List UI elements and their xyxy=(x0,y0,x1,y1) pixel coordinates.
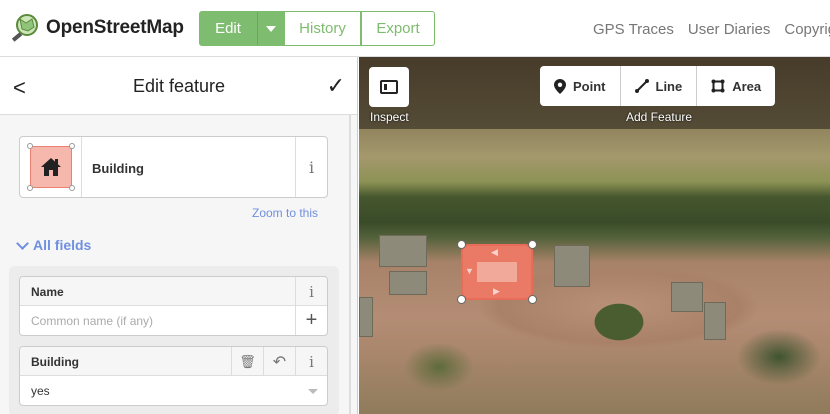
name-field-label: Name xyxy=(31,285,64,299)
edit-button-group: Edit History Export xyxy=(199,11,435,46)
preset-icon-container xyxy=(20,137,82,197)
export-button[interactable]: Export xyxy=(361,11,435,46)
sidebar-title: Edit feature xyxy=(132,76,226,96)
preset-card[interactable]: Building i xyxy=(19,136,328,198)
name-input-placeholder: Common name (if any) xyxy=(31,314,154,328)
all-fields-label: All fields xyxy=(33,237,92,253)
sidebar-header: < Edit feature ✓ xyxy=(0,57,357,115)
sidebar-toggle-icon xyxy=(380,80,398,94)
add-line-button[interactable]: Line xyxy=(621,66,698,106)
direction-arrow-icon: ▼ xyxy=(465,266,474,276)
add-area-button[interactable]: Area xyxy=(697,66,775,106)
chevron-down-icon xyxy=(16,236,29,250)
imagery-structure xyxy=(379,235,427,267)
name-field-label-row: Name i xyxy=(20,277,327,306)
vertex-handle xyxy=(26,143,33,149)
building-vertex[interactable] xyxy=(457,295,466,304)
add-line-label: Line xyxy=(655,78,683,94)
building-field-label: Building xyxy=(31,355,79,369)
delete-field-icon[interactable]: 🗑 xyxy=(231,347,263,376)
sidebar-scrollbar[interactable] xyxy=(349,115,351,414)
add-point-label: Point xyxy=(573,78,606,94)
inspect-button[interactable] xyxy=(369,67,409,107)
history-button[interactable]: History xyxy=(285,11,361,46)
imagery-structure xyxy=(554,245,590,287)
secondary-nav: GPS Traces User Diaries Copyright xyxy=(593,21,830,38)
preset-info-button[interactable]: i xyxy=(295,137,327,197)
nav-link-gps-traces[interactable]: GPS Traces xyxy=(593,21,674,38)
name-input[interactable]: Common name (if any) + xyxy=(20,306,327,335)
osm-logo-link[interactable]: OpenStreetMap xyxy=(10,13,184,43)
map-canvas[interactable]: Inspect Point Line Area Add Feature ◀ ▶ … xyxy=(359,57,830,414)
brand-name: OpenStreetMap xyxy=(46,17,184,38)
building-preset-icon xyxy=(26,143,75,191)
building-vertex[interactable] xyxy=(528,240,537,249)
add-localized-name-button[interactable]: + xyxy=(295,306,327,335)
point-marker-icon xyxy=(554,78,566,94)
imagery-structure xyxy=(359,297,373,337)
osm-logo-icon xyxy=(11,14,38,42)
direction-arrow-icon: ▶ xyxy=(493,286,500,296)
combo-caret-icon[interactable] xyxy=(308,389,318,394)
imagery-structure xyxy=(671,282,703,312)
caret-down-icon xyxy=(266,25,276,32)
vertex-handle xyxy=(68,143,75,149)
preset-name: Building xyxy=(92,161,144,176)
zoom-to-this-link[interactable]: Zoom to this xyxy=(252,206,318,220)
selected-building-area[interactable]: ◀ ▶ ▼ xyxy=(457,240,537,304)
nav-link-user-diaries[interactable]: User Diaries xyxy=(688,21,771,38)
house-icon xyxy=(40,158,61,176)
all-fields-toggle[interactable]: All fields xyxy=(16,236,92,253)
done-button[interactable]: ✓ xyxy=(327,73,345,99)
add-feature-toolbar: Point Line Area xyxy=(540,66,776,106)
area-icon xyxy=(711,79,725,93)
building-vertex[interactable] xyxy=(457,240,466,249)
add-feature-label: Add Feature xyxy=(626,110,693,124)
revert-field-icon[interactable]: ↶ xyxy=(263,347,295,376)
vertex-handle xyxy=(26,185,33,191)
building-field-label-row: Building 🗑 ↶ i xyxy=(20,347,327,376)
imagery-structure xyxy=(389,271,427,295)
top-navigation-bar: OpenStreetMap Edit History Export GPS Tr… xyxy=(0,0,830,57)
nav-link-copyright[interactable]: Copyright xyxy=(784,21,830,38)
name-field-info-button[interactable]: i xyxy=(295,277,327,306)
vertex-handle xyxy=(68,185,75,191)
editor-sidebar: < Edit feature ✓ Building i Zoom to this… xyxy=(0,57,358,414)
edit-button[interactable]: Edit xyxy=(199,11,257,46)
building-field: Building 🗑 ↶ i yes xyxy=(19,346,328,406)
building-vertex[interactable] xyxy=(528,295,537,304)
inspect-label: Inspect xyxy=(370,110,409,124)
add-point-button[interactable]: Point xyxy=(540,66,621,106)
imagery-structure xyxy=(704,302,726,340)
building-fill xyxy=(477,262,517,282)
direction-arrow-icon: ◀ xyxy=(491,247,498,257)
name-field: Name i Common name (if any) + xyxy=(19,276,328,336)
building-field-info-button[interactable]: i xyxy=(295,347,327,376)
edit-dropdown-button[interactable] xyxy=(257,11,285,46)
add-area-label: Area xyxy=(732,78,762,94)
building-combo-input[interactable]: yes xyxy=(20,376,327,405)
building-value: yes xyxy=(31,384,50,398)
line-icon xyxy=(634,79,649,93)
